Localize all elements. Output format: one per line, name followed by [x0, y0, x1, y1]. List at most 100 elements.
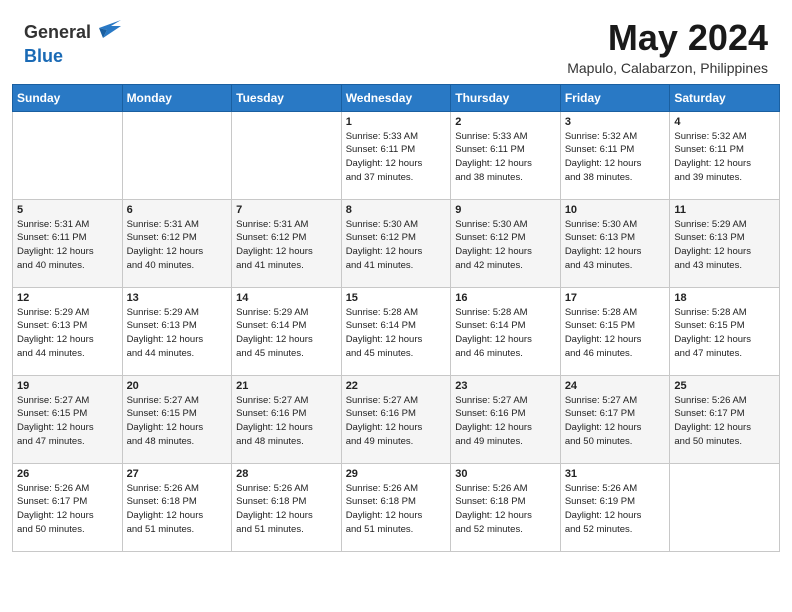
header-saturday: Saturday: [670, 84, 780, 111]
day-number: 5: [17, 204, 118, 216]
day-number: 26: [17, 468, 118, 480]
day-info: Sunrise: 5:33 AM Sunset: 6:11 PM Dayligh…: [455, 130, 556, 185]
day-info: Sunrise: 5:30 AM Sunset: 6:12 PM Dayligh…: [346, 218, 447, 273]
page-header: General Blue May 2024 Mapulo, Calabarzon…: [0, 0, 792, 84]
calendar-cell: 12 Sunrise: 5:29 AM Sunset: 6:13 PM Dayli…: [13, 287, 123, 375]
calendar-cell: 14Sunrise: 5:29 AM Sunset: 6:14 PM Dayli…: [232, 287, 342, 375]
day-number: 13: [127, 292, 228, 304]
day-number: 31: [565, 468, 666, 480]
day-info: Sunrise: 5:26 AM Sunset: 6:17 PM Dayligh…: [17, 482, 118, 537]
day-number: 21: [236, 380, 337, 392]
day-info: Sunrise: 5:27 AM Sunset: 6:16 PM Dayligh…: [346, 394, 447, 449]
calendar-week-row: 1Sunrise: 5:33 AM Sunset: 6:11 PM Daylig…: [13, 111, 780, 199]
day-number: 29: [346, 468, 447, 480]
day-info: Sunrise: 5:30 AM Sunset: 6:13 PM Dayligh…: [565, 218, 666, 273]
day-number: 7: [236, 204, 337, 216]
calendar-cell: 19 Sunrise: 5:27 AM Sunset: 6:15 PM Dayli…: [13, 375, 123, 463]
calendar-cell: 9 Sunrise: 5:30 AM Sunset: 6:12 PM Daylig…: [451, 199, 561, 287]
day-info: Sunrise: 5:27 AM Sunset: 6:15 PM Dayligh…: [127, 394, 228, 449]
day-info: Sunrise: 5:30 AM Sunset: 6:12 PM Dayligh…: [455, 218, 556, 273]
logo-bird-icon: [93, 18, 121, 46]
weekday-header-row: Sunday Monday Tuesday Wednesday Thursday…: [13, 84, 780, 111]
day-info: Sunrise: 5:29 AM Sunset: 6:13 PM Dayligh…: [127, 306, 228, 361]
calendar-cell: 25Sunrise: 5:26 AM Sunset: 6:17 PM Dayli…: [670, 375, 780, 463]
calendar-cell: 21 Sunrise: 5:27 AM Sunset: 6:16 PM Dayli…: [232, 375, 342, 463]
header-sunday: Sunday: [13, 84, 123, 111]
day-number: 18: [674, 292, 775, 304]
day-number: 17: [565, 292, 666, 304]
day-info: Sunrise: 5:26 AM Sunset: 6:18 PM Dayligh…: [127, 482, 228, 537]
day-number: 28: [236, 468, 337, 480]
day-number: 24: [565, 380, 666, 392]
location-subtitle: Mapulo, Calabarzon, Philippines: [567, 60, 768, 76]
calendar-cell: 22 Sunrise: 5:27 AM Sunset: 6:16 PM Dayli…: [341, 375, 451, 463]
header-friday: Friday: [560, 84, 670, 111]
day-info: Sunrise: 5:28 AM Sunset: 6:14 PM Dayligh…: [455, 306, 556, 361]
calendar-cell: [13, 111, 123, 199]
calendar-cell: 26 Sunrise: 5:26 AM Sunset: 6:17 PM Dayli…: [13, 463, 123, 551]
calendar-cell: 23Sunrise: 5:27 AM Sunset: 6:16 PM Dayli…: [451, 375, 561, 463]
calendar-cell: 4Sunrise: 5:32 AM Sunset: 6:11 PM Daylig…: [670, 111, 780, 199]
day-info: Sunrise: 5:26 AM Sunset: 6:19 PM Dayligh…: [565, 482, 666, 537]
calendar-cell: 27 Sunrise: 5:26 AM Sunset: 6:18 PM Dayli…: [122, 463, 232, 551]
calendar-week-row: 19 Sunrise: 5:27 AM Sunset: 6:15 PM Dayli…: [13, 375, 780, 463]
day-info: Sunrise: 5:32 AM Sunset: 6:11 PM Dayligh…: [565, 130, 666, 185]
calendar-week-row: 5 Sunrise: 5:31 AM Sunset: 6:11 PM Daylig…: [13, 199, 780, 287]
day-info: Sunrise: 5:28 AM Sunset: 6:14 PM Dayligh…: [346, 306, 447, 361]
day-info: Sunrise: 5:28 AM Sunset: 6:15 PM Dayligh…: [565, 306, 666, 361]
day-info: Sunrise: 5:27 AM Sunset: 6:16 PM Dayligh…: [236, 394, 337, 449]
day-info: Sunrise: 5:26 AM Sunset: 6:18 PM Dayligh…: [236, 482, 337, 537]
day-number: 19: [17, 380, 118, 392]
day-info: Sunrise: 5:27 AM Sunset: 6:16 PM Dayligh…: [455, 394, 556, 449]
calendar-cell: 16 Sunrise: 5:28 AM Sunset: 6:14 PM Dayli…: [451, 287, 561, 375]
day-number: 16: [455, 292, 556, 304]
day-number: 12: [17, 292, 118, 304]
calendar-cell: 31 Sunrise: 5:26 AM Sunset: 6:19 PM Dayli…: [560, 463, 670, 551]
calendar-cell: 29Sunrise: 5:26 AM Sunset: 6:18 PM Dayli…: [341, 463, 451, 551]
logo-general-text: General: [24, 22, 91, 43]
day-info: Sunrise: 5:31 AM Sunset: 6:11 PM Dayligh…: [17, 218, 118, 273]
calendar-cell: 17 Sunrise: 5:28 AM Sunset: 6:15 PM Dayli…: [560, 287, 670, 375]
day-number: 14: [236, 292, 337, 304]
day-info: Sunrise: 5:27 AM Sunset: 6:17 PM Dayligh…: [565, 394, 666, 449]
day-info: Sunrise: 5:28 AM Sunset: 6:15 PM Dayligh…: [674, 306, 775, 361]
day-info: Sunrise: 5:33 AM Sunset: 6:11 PM Dayligh…: [346, 130, 447, 185]
calendar-cell: [232, 111, 342, 199]
calendar-cell: 6 Sunrise: 5:31 AM Sunset: 6:12 PM Daylig…: [122, 199, 232, 287]
day-number: 20: [127, 380, 228, 392]
header-wednesday: Wednesday: [341, 84, 451, 111]
calendar-table: Sunday Monday Tuesday Wednesday Thursday…: [12, 84, 780, 552]
calendar-cell: 2 Sunrise: 5:33 AM Sunset: 6:11 PM Daylig…: [451, 111, 561, 199]
day-info: Sunrise: 5:26 AM Sunset: 6:18 PM Dayligh…: [455, 482, 556, 537]
calendar-cell: 1Sunrise: 5:33 AM Sunset: 6:11 PM Daylig…: [341, 111, 451, 199]
calendar-week-row: 26 Sunrise: 5:26 AM Sunset: 6:17 PM Dayli…: [13, 463, 780, 551]
calendar-cell: 28 Sunrise: 5:26 AM Sunset: 6:18 PM Dayli…: [232, 463, 342, 551]
day-number: 2: [455, 116, 556, 128]
day-info: Sunrise: 5:29 AM Sunset: 6:13 PM Dayligh…: [17, 306, 118, 361]
calendar-body: 1Sunrise: 5:33 AM Sunset: 6:11 PM Daylig…: [13, 111, 780, 551]
day-number: 27: [127, 468, 228, 480]
day-number: 3: [565, 116, 666, 128]
header-tuesday: Tuesday: [232, 84, 342, 111]
calendar-week-row: 12 Sunrise: 5:29 AM Sunset: 6:13 PM Dayli…: [13, 287, 780, 375]
day-number: 30: [455, 468, 556, 480]
day-number: 22: [346, 380, 447, 392]
day-number: 9: [455, 204, 556, 216]
day-number: 4: [674, 116, 775, 128]
calendar-cell: 5 Sunrise: 5:31 AM Sunset: 6:11 PM Daylig…: [13, 199, 123, 287]
day-number: 10: [565, 204, 666, 216]
day-info: Sunrise: 5:27 AM Sunset: 6:15 PM Dayligh…: [17, 394, 118, 449]
calendar-cell: 15Sunrise: 5:28 AM Sunset: 6:14 PM Dayli…: [341, 287, 451, 375]
header-monday: Monday: [122, 84, 232, 111]
day-number: 11: [674, 204, 775, 216]
calendar-cell: 20 Sunrise: 5:27 AM Sunset: 6:15 PM Dayli…: [122, 375, 232, 463]
title-section: May 2024 Mapulo, Calabarzon, Philippines: [567, 18, 768, 76]
calendar-cell: 7Sunrise: 5:31 AM Sunset: 6:12 PM Daylig…: [232, 199, 342, 287]
logo: General Blue: [24, 18, 121, 67]
day-number: 6: [127, 204, 228, 216]
day-info: Sunrise: 5:29 AM Sunset: 6:13 PM Dayligh…: [674, 218, 775, 273]
calendar-cell: 8Sunrise: 5:30 AM Sunset: 6:12 PM Daylig…: [341, 199, 451, 287]
calendar-cell: 3 Sunrise: 5:32 AM Sunset: 6:11 PM Daylig…: [560, 111, 670, 199]
calendar-cell: 10 Sunrise: 5:30 AM Sunset: 6:13 PM Dayli…: [560, 199, 670, 287]
day-info: Sunrise: 5:31 AM Sunset: 6:12 PM Dayligh…: [127, 218, 228, 273]
